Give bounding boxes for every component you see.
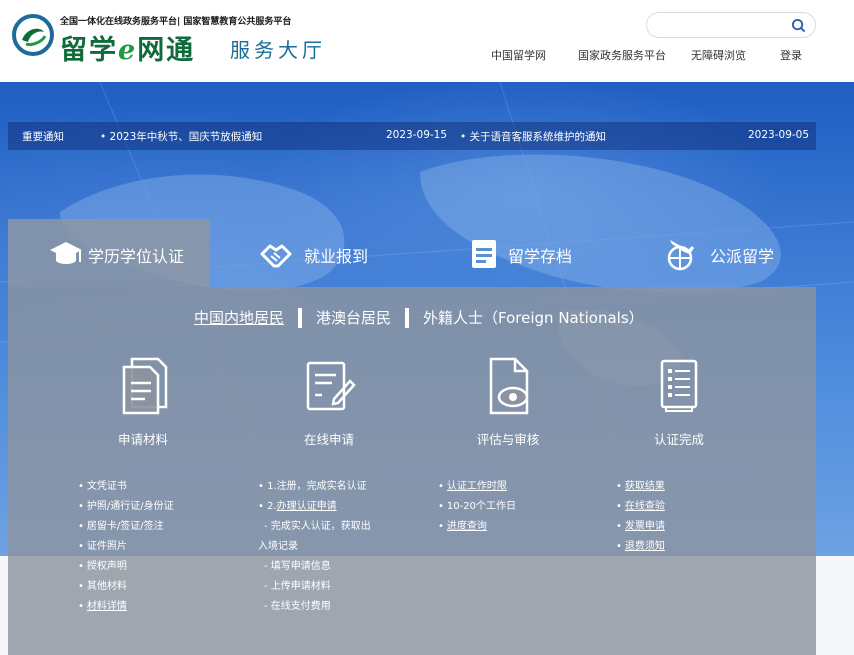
notice-bar: 重要通知 • 2023年中秋节、国庆节放假通知 2023-09-15 • 关于语… — [8, 122, 816, 150]
logo-title: 留学e网通 — [60, 28, 195, 67]
list-item[interactable]: • 发票申请 — [616, 517, 665, 537]
tab-label: 留学存档 — [508, 247, 573, 266]
list-item-text: 护照/通行证/身份证 — [86, 501, 174, 512]
list-item-text: 10-20个工作日 — [446, 501, 516, 512]
handshake-icon — [260, 244, 292, 268]
list-item[interactable]: • 进度查询 — [438, 517, 516, 537]
logo-title-part-1: 留学 — [60, 35, 118, 66]
step-application-materials[interactable]: 申请材料 — [68, 357, 218, 457]
list-item: - 填写申请信息 — [264, 561, 331, 572]
list-item[interactable]: • 认证工作时限 — [438, 477, 516, 497]
notice-date-maintenance: 2023-09-05 — [748, 129, 810, 141]
tab-degree-certification[interactable]: 学历学位认证 — [8, 219, 210, 287]
list-item: • 文凭证书 — [78, 481, 127, 492]
tab-label: 公派留学 — [710, 247, 775, 266]
list-item: - 完成实人认证，获取出 — [264, 521, 371, 532]
step-certification-complete[interactable]: 认证完成 — [604, 357, 754, 457]
degree-certification-panel: 中国内地居民 港澳台居民 外籍人士（Foreign Nationals） 申请材料 … — [8, 287, 816, 655]
list-item: • 授权声明 — [78, 561, 127, 572]
materials-list: • 文凭证书 • 护照/通行证/身份证 • 居留卡/签证/签注 • 证件照片 • 授权声明… — [78, 477, 174, 617]
residency-foreign-nationals[interactable]: 外籍人士（Foreign Nationals） — [423, 307, 644, 328]
step-label: 申请材料 — [117, 432, 168, 447]
search-icon[interactable] — [791, 18, 806, 33]
airplane-globe-icon — [667, 240, 694, 271]
completion-list: • 获取结果 • 在线查验 • 发票申请 • 退费须知 — [616, 477, 665, 557]
search-input[interactable] — [657, 17, 777, 33]
documents-icon — [122, 357, 168, 415]
residency-selector: 中国内地居民 港澳台居民 外籍人士（Foreign Nationals） — [194, 307, 644, 331]
list-item[interactable]: • 在线查验 — [616, 497, 665, 517]
nav-login[interactable]: 登录 — [780, 47, 802, 63]
graduation-cap-icon — [50, 242, 82, 264]
list-item: - 上传申请材料 — [264, 581, 331, 592]
tab-study-archive[interactable]: 留学存档 — [412, 219, 614, 287]
list-item: • 其他材料 — [78, 581, 127, 592]
step-evaluation-review[interactable]: 评估与审核 — [433, 357, 583, 457]
notice-date-holiday: 2023-09-15 — [386, 129, 448, 141]
list-item: • 居留卡/签证/签注 — [78, 521, 164, 532]
logo-emblem-icon — [12, 14, 54, 56]
processing-time-link[interactable]: 认证工作时限 — [447, 481, 507, 492]
separator — [298, 307, 303, 328]
tab-government-sponsored[interactable]: 公派留学 — [614, 219, 816, 287]
progress-query-link[interactable]: 进度查询 — [447, 521, 487, 532]
list-item: • 护照/通行证/身份证 — [78, 501, 174, 512]
list-item: • 1.注册，完成实名认证 — [258, 481, 367, 492]
certificate-list-icon — [660, 359, 698, 412]
step-label: 在线申请 — [303, 432, 354, 447]
step-online-application[interactable]: 在线申请 — [254, 357, 404, 457]
online-form-icon — [306, 361, 356, 411]
site-header: 全国一体化在线政务服务平台| 国家智慧教育公共服务平台 留学e网通 服务大厅 中… — [0, 0, 854, 82]
nav-china-study-abroad[interactable]: 中国留学网 — [491, 47, 546, 63]
online-verification-link[interactable]: 在线查验 — [625, 501, 665, 512]
logo-tagline: 全国一体化在线政务服务平台| 国家智慧教育公共服务平台 — [60, 17, 292, 27]
notice-item-maintenance[interactable]: • 关于语音客服系统维护的通知 — [460, 129, 606, 144]
list-item: • 证件照片 — [78, 541, 127, 552]
step-label: 认证完成 — [653, 432, 704, 447]
tab-label: 学历学位认证 — [88, 247, 185, 266]
service-tabs: 学历学位认证 就业报到 留学存档 公派留学 — [8, 219, 816, 287]
list-item: 入境记录 — [258, 541, 298, 552]
list-item[interactable]: • 材料详情 — [78, 597, 174, 617]
refund-notice-link[interactable]: 退费须知 — [625, 541, 665, 552]
list-item-text: 文凭证书 — [86, 481, 127, 492]
list-item: - 在线支付费用 — [264, 601, 331, 612]
apply-steps-list: • 1.注册，完成实名认证 • 2.办理认证申请 - 完成实人认证，获取出 入境… — [258, 477, 371, 617]
list-item-text: 证件照片 — [86, 541, 127, 552]
logo-title-part-2: 网通 — [137, 35, 196, 66]
list-item-text: 居留卡/签证/签注 — [86, 521, 164, 532]
apply-certification-link[interactable]: 办理认证申请 — [277, 501, 337, 512]
review-eye-icon — [489, 357, 529, 415]
get-result-link[interactable]: 获取结果 — [625, 481, 665, 492]
materials-details-link[interactable]: 材料详情 — [87, 601, 127, 612]
residency-hk-macao-taiwan[interactable]: 港澳台居民 — [316, 307, 391, 328]
list-item-prefix: • 2. — [258, 501, 277, 512]
review-list: • 认证工作时限 • 10-20个工作日 • 进度查询 — [438, 477, 516, 537]
separator — [405, 307, 410, 328]
residency-mainland[interactable]: 中国内地居民 — [194, 307, 284, 328]
list-item: • 2.办理认证申请 — [258, 497, 371, 517]
invoice-request-link[interactable]: 发票申请 — [625, 521, 665, 532]
notice-label: 重要通知 — [22, 131, 64, 143]
list-item: • 10-20个工作日 — [438, 501, 516, 512]
step-label: 评估与审核 — [476, 432, 540, 447]
search-box[interactable] — [646, 12, 816, 38]
list-item[interactable]: • 获取结果 — [616, 477, 665, 497]
archive-icon — [472, 240, 496, 268]
logo-subtitle: 服务大厅 — [230, 38, 326, 62]
tab-label: 就业报到 — [304, 247, 369, 266]
list-item[interactable]: • 退费须知 — [616, 537, 665, 557]
nav-accessibility[interactable]: 无障碍浏览 — [691, 47, 746, 63]
tab-employment-registration[interactable]: 就业报到 — [210, 219, 412, 287]
list-item-text: 授权声明 — [86, 561, 127, 572]
nav-gov-service-platform[interactable]: 国家政务服务平台 — [578, 47, 666, 63]
site-logo[interactable]: 全国一体化在线政务服务平台| 国家智慧教育公共服务平台 留学e网通 服务大厅 — [12, 12, 342, 72]
logo-title-e: e — [118, 35, 138, 66]
notice-item-holiday[interactable]: • 2023年中秋节、国庆节放假通知 — [100, 129, 262, 144]
list-item-text: 其他材料 — [86, 581, 127, 592]
